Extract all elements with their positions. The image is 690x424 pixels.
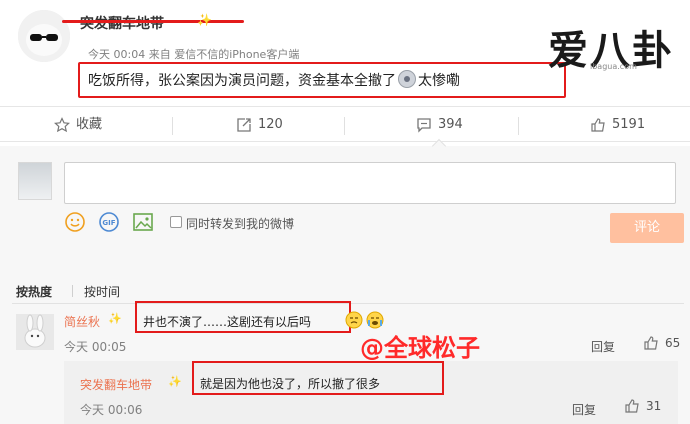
site-logo-domain: ibagua.com (590, 62, 637, 71)
thumbs-up-icon (644, 336, 658, 350)
reply-text: 就是因为他也没了，所以撤了很多 (200, 377, 381, 391)
divider (344, 117, 345, 135)
action-bar: 收藏 120 394 5191 (0, 106, 690, 142)
comment-button[interactable]: 394 (416, 107, 463, 143)
member-badge-icon: ✨ (168, 375, 182, 388)
like-button[interactable]: 5191 (590, 107, 645, 143)
favorite-button[interactable]: 收藏 (54, 107, 102, 143)
thumbs-up-icon (625, 399, 639, 413)
sort-by-time-tab[interactable]: 按时间 (84, 283, 120, 300)
forward-count: 120 (258, 117, 283, 132)
forward-button[interactable]: 120 (236, 107, 283, 143)
forward-checkbox[interactable] (170, 216, 182, 228)
member-badge-icon: ✨ (197, 13, 212, 27)
sort-by-hot-tab[interactable]: 按热度 (16, 283, 52, 300)
reply-author-name[interactable]: 突发翻车地带 (80, 376, 152, 393)
comment-reply-button[interactable]: 回复 (591, 338, 615, 355)
post-text-part1: 吃饭所得，张公案因为演员问题，资金基本全撤了 (88, 73, 396, 89)
comment-timestamp: 今天 00:05 (64, 340, 127, 354)
divider (518, 117, 519, 135)
emoji-icon[interactable] (64, 211, 86, 233)
comment-text: 井也不演了……这剧还有以后吗 (143, 315, 312, 329)
forward-checkbox-label: 同时转发到我的微博 (186, 217, 295, 231)
comment-like-count: 65 (665, 336, 681, 350)
emoji-icon (398, 70, 416, 88)
reply-like-button[interactable]: 31 (624, 398, 661, 414)
comment-icon (417, 118, 431, 133)
comment-input[interactable] (64, 162, 676, 204)
reply-like-count: 31 (646, 399, 662, 413)
post-author-name[interactable]: 突发翻车地带 (80, 13, 164, 33)
post-text: 吃饭所得，张公案因为演员问题，资金基本全撤了 太惨嘞 (88, 70, 460, 90)
comment-avatar[interactable] (16, 314, 54, 350)
divider (172, 117, 173, 135)
forward-icon (237, 118, 251, 132)
reply-reply-button[interactable]: 回复 (572, 401, 596, 418)
image-icon[interactable] (132, 211, 154, 233)
star-icon (54, 117, 70, 133)
post-text-part2: 太惨嘞 (418, 73, 460, 89)
svg-text:GIF: GIF (102, 219, 115, 227)
comment-count: 394 (438, 117, 463, 132)
avatar[interactable] (18, 10, 70, 62)
like-count: 5191 (612, 117, 646, 132)
member-badge-icon: ✨ (108, 312, 122, 325)
comment-author-name[interactable]: 简丝秋 (64, 313, 100, 330)
favorite-label: 收藏 (76, 117, 103, 132)
crying-emoji-icon (345, 311, 384, 329)
image-watermark: @全球松子 (360, 334, 480, 362)
submit-comment-button[interactable]: 评论 (610, 213, 684, 243)
comment-like-button[interactable]: 65 (643, 335, 680, 351)
divider (72, 285, 73, 297)
name-highlight-strike (62, 20, 244, 23)
thumbs-up-icon (591, 118, 605, 132)
gif-icon[interactable]: GIF (98, 211, 120, 233)
my-avatar (18, 162, 52, 200)
post-meta: 今天 00:04 来自 爱信不信的iPhone客户端 (88, 48, 300, 61)
reply-timestamp: 今天 00:06 (80, 403, 143, 417)
